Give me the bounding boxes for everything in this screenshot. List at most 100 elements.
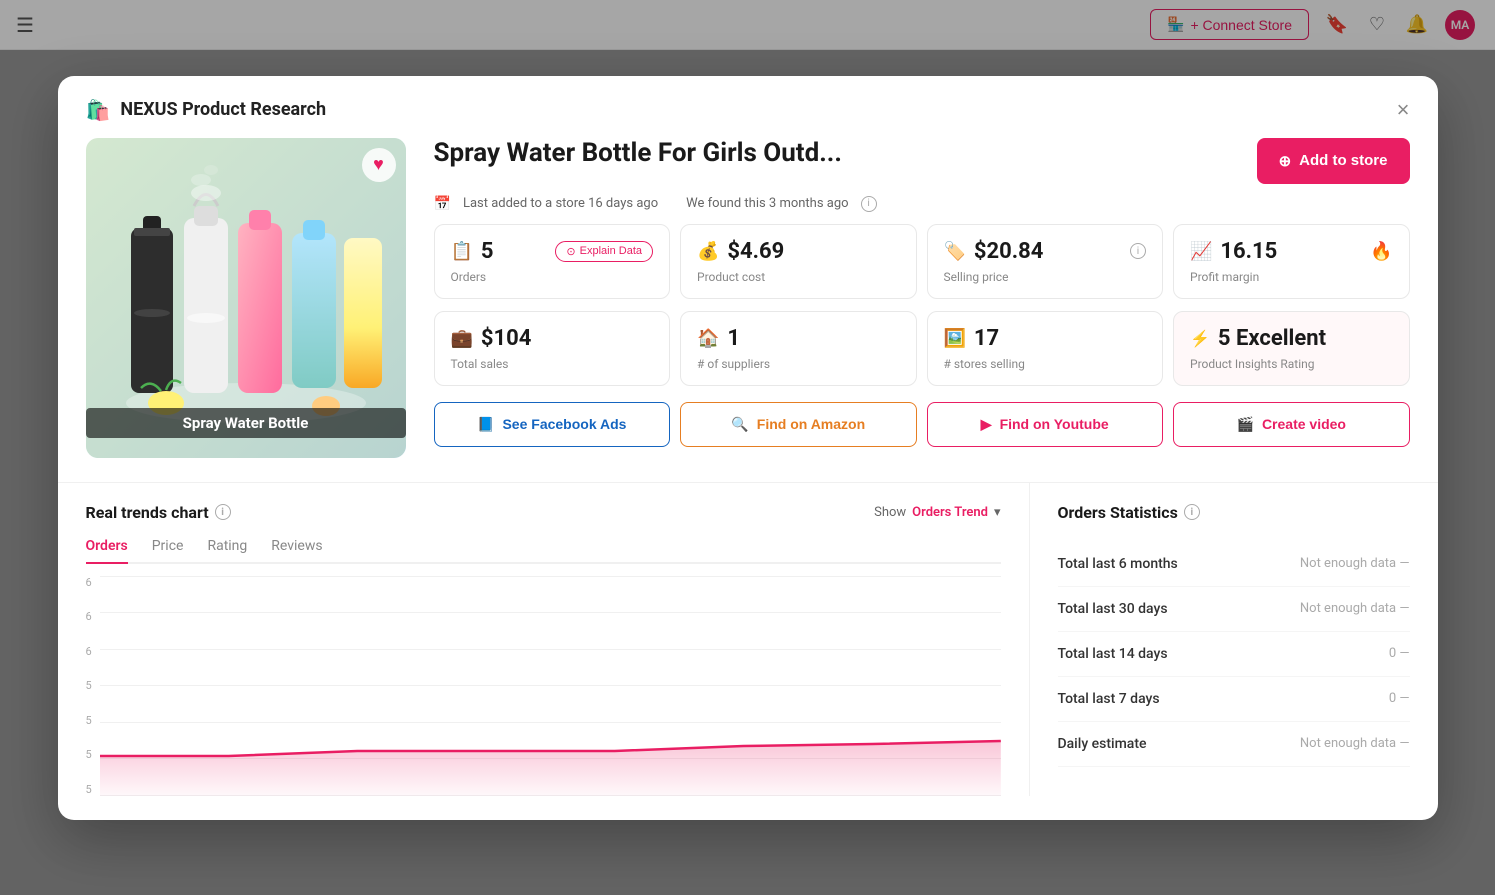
y-label-5c: 5	[86, 748, 92, 761]
see-facebook-ads-button[interactable]: 📘 See Facebook Ads	[434, 402, 671, 447]
y-label-5d: 5	[86, 783, 92, 796]
bottom-section: Real trends chart i Show Orders Trend ▾ …	[58, 482, 1438, 820]
price-info-icon: i	[1130, 243, 1146, 259]
sales-label: Total sales	[451, 357, 654, 371]
modal-overlay: 🛍️ NEXUS Product Research ×	[0, 0, 1495, 895]
stats-grid-row2: 💼 $104 Total sales 🏠 1 # of suppliers	[434, 311, 1410, 386]
product-section: Spray Water Bottle ♥ Spray Water Bottle …	[58, 138, 1438, 478]
chart-y-axis: 6 6 6 5 5 5 5	[86, 576, 100, 796]
wishlist-button[interactable]: ♥	[362, 148, 396, 182]
cost-icon: 💰	[697, 241, 719, 262]
30days-value: Not enough data —	[1300, 601, 1410, 616]
rating-label: Product Insights Rating	[1190, 357, 1393, 371]
profit-label: Profit margin	[1190, 270, 1393, 284]
rating-value: 5 Excellent	[1218, 326, 1326, 351]
stat-selling-price: 🏷️ $20.84 i Selling price	[927, 224, 1164, 299]
chart-section: Real trends chart i Show Orders Trend ▾ …	[86, 483, 1030, 796]
shopping-bag-icon: 🛍️	[86, 98, 111, 122]
orders-label: Orders	[451, 270, 654, 284]
tab-orders[interactable]: Orders	[86, 538, 128, 564]
7days-label: Total last 7 days	[1058, 691, 1160, 707]
stores-icon: 🖼️	[944, 328, 966, 349]
stat-suppliers: 🏠 1 # of suppliers	[680, 311, 917, 386]
explain-label: Explain Data	[580, 245, 642, 257]
daily-value: Not enough data —	[1300, 736, 1410, 751]
stat-row-30days: Total last 30 days Not enough data —	[1058, 587, 1410, 632]
stat-profit-margin: 📈 16.15 🔥 Profit margin	[1173, 224, 1410, 299]
last-added-text: Last added to a store 16 days ago	[463, 196, 658, 211]
stat-product-cost: 💰 $4.69 Product cost	[680, 224, 917, 299]
30days-label: Total last 30 days	[1058, 601, 1168, 617]
y-label-6a: 6	[86, 576, 92, 589]
chart-header: Real trends chart i Show Orders Trend ▾	[86, 503, 1001, 522]
video-icon: 🎬	[1237, 416, 1254, 433]
6months-value: Not enough data —	[1300, 556, 1410, 571]
chart-canvas	[100, 576, 1001, 796]
action-buttons: 📘 See Facebook Ads 🔍 Find on Amazon ▶ Fi…	[434, 402, 1410, 447]
chart-title-text: Real trends chart	[86, 503, 209, 522]
sales-value: $104	[481, 326, 532, 351]
fire-icon: 🔥	[1370, 241, 1392, 262]
tab-price[interactable]: Price	[152, 538, 184, 564]
price-label: Selling price	[944, 270, 1147, 284]
image-label: Spray Water Bottle	[86, 408, 406, 438]
stat-row-6months: Total last 6 months Not enough data —	[1058, 542, 1410, 587]
orders-value: 5	[481, 239, 494, 264]
stat-total-sales: 💼 $104 Total sales	[434, 311, 671, 386]
find-on-youtube-button[interactable]: ▶ Find on Youtube	[927, 402, 1164, 447]
cost-value: $4.69	[727, 239, 784, 264]
find-on-amazon-button[interactable]: 🔍 Find on Amazon	[680, 402, 917, 447]
chart-title: Real trends chart i	[86, 503, 231, 522]
chevron-down-icon[interactable]: ▾	[994, 505, 1001, 520]
tab-rating[interactable]: Rating	[207, 538, 247, 564]
calendar-icon: 📅	[434, 196, 451, 212]
statistics-info-icon: i	[1184, 504, 1200, 520]
chart-area: 6 6 6 5 5 5 5	[86, 576, 1001, 796]
show-dropdown: Show Orders Trend ▾	[874, 505, 1000, 520]
tab-reviews[interactable]: Reviews	[271, 538, 322, 564]
product-image: Spray Water Bottle ♥	[86, 138, 406, 458]
y-label-5a: 5	[86, 679, 92, 692]
product-meta: 📅 Last added to a store 16 days ago We f…	[434, 196, 1410, 212]
modal-title-text: NEXUS Product Research	[120, 99, 326, 120]
suppliers-label: # of suppliers	[697, 357, 900, 371]
sales-icon: 💼	[451, 328, 473, 349]
orders-statistics-panel: Orders Statistics i Total last 6 months …	[1030, 483, 1410, 796]
explain-icon: ⊙	[566, 245, 575, 258]
suppliers-icon: 🏠	[697, 328, 719, 349]
stores-value: 17	[974, 326, 999, 351]
amazon-icon: 🔍	[731, 416, 748, 433]
suppliers-value: 1	[727, 326, 740, 351]
close-button[interactable]: ×	[1397, 99, 1410, 121]
explain-data-button[interactable]: ⊙ Explain Data	[555, 241, 653, 262]
chart-tabs: Orders Price Rating Reviews	[86, 538, 1001, 564]
stat-insights-rating: ⚡ 5 Excellent Product Insights Rating	[1173, 311, 1410, 386]
chart-info-icon: i	[215, 504, 231, 520]
statistics-title: Orders Statistics i	[1058, 503, 1410, 522]
youtube-icon: ▶	[981, 416, 992, 433]
orders-icon: 📋	[451, 241, 473, 262]
modal-title: 🛍️ NEXUS Product Research	[86, 98, 327, 122]
show-label: Show	[874, 505, 906, 520]
stat-row-daily: Daily estimate Not enough data —	[1058, 722, 1410, 767]
stat-orders: 📋 5 ⊙ Explain Data Orders	[434, 224, 671, 299]
stores-label: # stores selling	[944, 357, 1147, 371]
create-video-label: Create video	[1262, 416, 1346, 432]
add-to-store-button[interactable]: ⊕ Add to store	[1257, 138, 1410, 184]
product-title-row: Spray Water Bottle For Girls Outd... ⊕ A…	[434, 138, 1410, 184]
facebook-icon: 📘	[477, 416, 494, 433]
create-video-button[interactable]: 🎬 Create video	[1173, 402, 1410, 447]
product-info: Spray Water Bottle For Girls Outd... ⊕ A…	[434, 138, 1410, 458]
youtube-label: Find on Youtube	[1000, 416, 1109, 432]
modal-header: 🛍️ NEXUS Product Research ×	[58, 76, 1438, 138]
price-value: $20.84	[974, 239, 1044, 264]
plus-icon: ⊕	[1279, 152, 1292, 170]
amazon-label: Find on Amazon	[757, 416, 865, 432]
stats-grid-row1: 📋 5 ⊙ Explain Data Orders	[434, 224, 1410, 299]
6months-label: Total last 6 months	[1058, 556, 1178, 572]
stat-row-7days: Total last 7 days 0 —	[1058, 677, 1410, 722]
stat-stores: 🖼️ 17 # stores selling	[927, 311, 1164, 386]
orders-trend-dropdown[interactable]: Orders Trend	[912, 505, 988, 520]
price-icon: 🏷️	[944, 241, 966, 262]
7days-value: 0 —	[1389, 691, 1410, 706]
